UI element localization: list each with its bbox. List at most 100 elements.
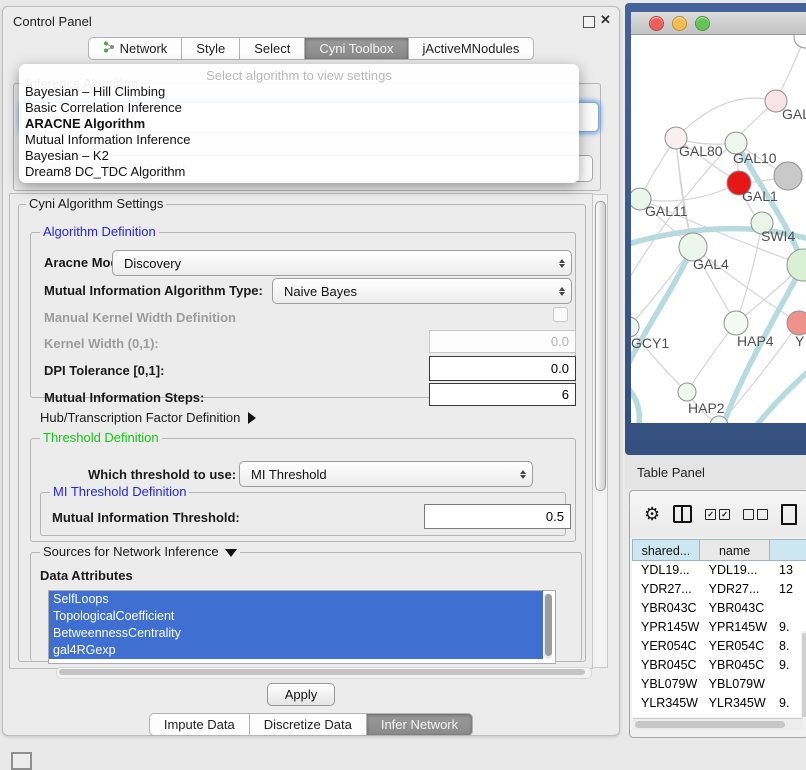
list-scrollbar[interactable] — [544, 593, 552, 659]
aracne-mode-value: Discovery — [113, 256, 553, 271]
apply-button[interactable]: Apply — [267, 683, 335, 706]
attribute-item[interactable]: SelfLoops — [49, 591, 543, 608]
tab-label: Cyni Toolbox — [319, 38, 393, 59]
network-node[interactable] — [787, 249, 806, 281]
table-panel-title: Table Panel — [637, 465, 705, 480]
dpi-tolerance-field[interactable]: 0.0 — [429, 356, 576, 381]
table-cell[interactable]: YDR27... — [700, 580, 770, 599]
split-columns-icon[interactable] — [673, 505, 692, 523]
tab-network[interactable]: Network — [88, 37, 183, 60]
table-cell[interactable]: YER054C — [632, 637, 700, 656]
sources-group-title: Sources for Network Inference — [43, 544, 219, 559]
tab-select[interactable]: Select — [240, 37, 305, 60]
docked-panel-icon[interactable] — [11, 752, 32, 770]
table-cell[interactable]: YBR043C — [632, 599, 700, 618]
table-cell[interactable] — [770, 599, 806, 618]
network-node-hap2[interactable] — [678, 383, 696, 401]
new-column-icon[interactable] — [781, 504, 797, 525]
table-row[interactable]: YBL079WYBL079W — [632, 675, 806, 694]
tab-impute-data[interactable]: Impute Data — [149, 713, 250, 736]
table-cell[interactable]: YBR045C — [700, 656, 770, 675]
node-label: HAP4 — [737, 333, 774, 349]
network-node[interactable] — [794, 35, 806, 48]
network-node-hap4[interactable] — [724, 311, 748, 335]
attribute-item[interactable]: BetweennessCentrality — [49, 625, 543, 642]
table-cell[interactable]: YBR043C — [700, 599, 770, 618]
hub-section-toggle[interactable]: Hub/Transcription Factor Definition — [40, 410, 256, 425]
tab-infer-network[interactable]: Infer Network — [367, 713, 473, 736]
horizontal-scrollbar[interactable] — [56, 667, 592, 679]
table-row[interactable]: YLR345WYLR345W9. — [632, 694, 806, 713]
gear-icon[interactable]: ⚙ — [644, 504, 660, 525]
table-cell[interactable]: YDR27... — [632, 580, 700, 599]
table-vertical-scrollbar[interactable] — [801, 631, 806, 717]
table-row[interactable]: YDR27...YDR27...12 — [632, 580, 806, 599]
table-row[interactable]: YBR045CYBR045C9. — [632, 656, 806, 675]
mac-zoom-button[interactable] — [695, 16, 710, 31]
mi-type-combo[interactable]: Naive Bayes — [272, 278, 572, 304]
table-cell[interactable]: YDL19... — [632, 561, 700, 580]
spinner-arrows-icon — [514, 470, 532, 479]
table-cell[interactable]: 12 — [770, 580, 806, 599]
algorithm-option[interactable]: Dream8 DC_TDC Algorithm — [25, 164, 573, 180]
sources-group-toggle[interactable]: Sources for Network Inference — [40, 545, 240, 558]
which-threshold-label: Which threshold to use: — [88, 467, 236, 482]
network-node-gcy1[interactable] — [631, 317, 639, 337]
mi-steps-label: Mutual Information Steps: — [44, 390, 204, 405]
table-cell[interactable]: YLR345W — [632, 694, 700, 713]
tab-jactivemnodules[interactable]: jActiveMNodules — [409, 37, 535, 60]
column-header[interactable] — [770, 539, 806, 561]
float-panel-icon[interactable] — [583, 16, 595, 28]
network-node-y[interactable] — [787, 311, 806, 335]
network-window-titlebar[interactable] — [631, 12, 806, 35]
expanded-arrow-icon — [225, 549, 237, 557]
algorithm-option[interactable]: Bayesian – K2 — [25, 148, 573, 164]
table-row[interactable]: YER054CYER054C8. — [632, 637, 806, 656]
table-cell[interactable]: YBL079W — [632, 675, 700, 694]
table-cell[interactable]: YER054C — [700, 637, 770, 656]
table-horizontal-scrollbar[interactable] — [633, 718, 803, 730]
kernel-width-field[interactable]: 0.0 — [429, 330, 576, 353]
tab-style[interactable]: Style — [182, 37, 240, 60]
mi-threshold-group-title: MI Threshold Definition — [50, 485, 189, 498]
settings-vertical-scrollbar[interactable] — [592, 194, 608, 668]
table-cell[interactable]: YBR045C — [632, 656, 700, 675]
close-icon[interactable]: ✕ — [600, 12, 611, 28]
table-cell[interactable]: 13 — [770, 561, 806, 580]
algorithm-option[interactable]: Bayesian – Hill Climbing — [25, 84, 573, 100]
select-all-icon[interactable]: ✓✓ — [705, 509, 730, 520]
network-node[interactable] — [774, 162, 802, 190]
column-header-name[interactable]: name — [700, 539, 771, 561]
table-row[interactable]: YPR145WYPR145W9. — [632, 618, 806, 637]
mi-type-label: Mutual Information Algorithm Type: — [44, 283, 263, 298]
algorithm-option[interactable]: ARACNE Algorithm — [25, 116, 573, 132]
table-cell[interactable]: YIL052C — [632, 713, 700, 717]
tab-cyni-toolbox[interactable]: Cyni Toolbox — [305, 37, 408, 60]
mi-threshold-field[interactable]: 0.5 — [424, 504, 571, 529]
deselect-all-icon[interactable] — [743, 509, 768, 520]
table-cell[interactable]: YPR145W — [632, 618, 700, 637]
table-row[interactable]: YDL19...YDL19...13 — [632, 561, 806, 580]
algorithm-list: Bayesian – Hill ClimbingBasic Correlatio… — [25, 84, 573, 180]
network-edge — [736, 223, 762, 323]
algorithm-option[interactable]: Mutual Information Inference — [25, 132, 573, 148]
mac-close-button[interactable] — [649, 16, 664, 31]
attribute-item[interactable]: TopologicalCoefficient — [49, 608, 543, 625]
which-threshold-combo[interactable]: MI Threshold — [239, 461, 533, 487]
algorithm-option[interactable]: Basic Correlation Inference — [25, 100, 573, 116]
attribute-item[interactable]: gal4RGexp — [49, 642, 543, 659]
mac-minimize-button[interactable] — [672, 16, 687, 31]
column-header-shared[interactable]: shared... — [632, 539, 700, 561]
mi-steps-field[interactable]: 6 — [429, 383, 576, 406]
table-cell[interactable]: YDL19... — [700, 561, 770, 580]
tab-discretize-data[interactable]: Discretize Data — [250, 713, 367, 736]
table-row[interactable]: YIL052CYIL052C9 — [632, 713, 806, 717]
table-cell[interactable]: YPR145W — [700, 618, 770, 637]
network-canvas[interactable]: GALGAL80GAL10GAL1GAL11SWI4GAL4GCY1HAP4YH… — [631, 35, 806, 423]
table-row[interactable]: YBR043CYBR043C — [632, 599, 806, 618]
manual-kernel-checkbox[interactable] — [553, 307, 568, 322]
table-cell[interactable]: YIL052C — [700, 713, 770, 717]
table-cell[interactable]: YLR345W — [700, 694, 770, 713]
aracne-mode-combo[interactable]: Discovery — [112, 250, 572, 276]
table-cell[interactable]: YBL079W — [700, 675, 770, 694]
